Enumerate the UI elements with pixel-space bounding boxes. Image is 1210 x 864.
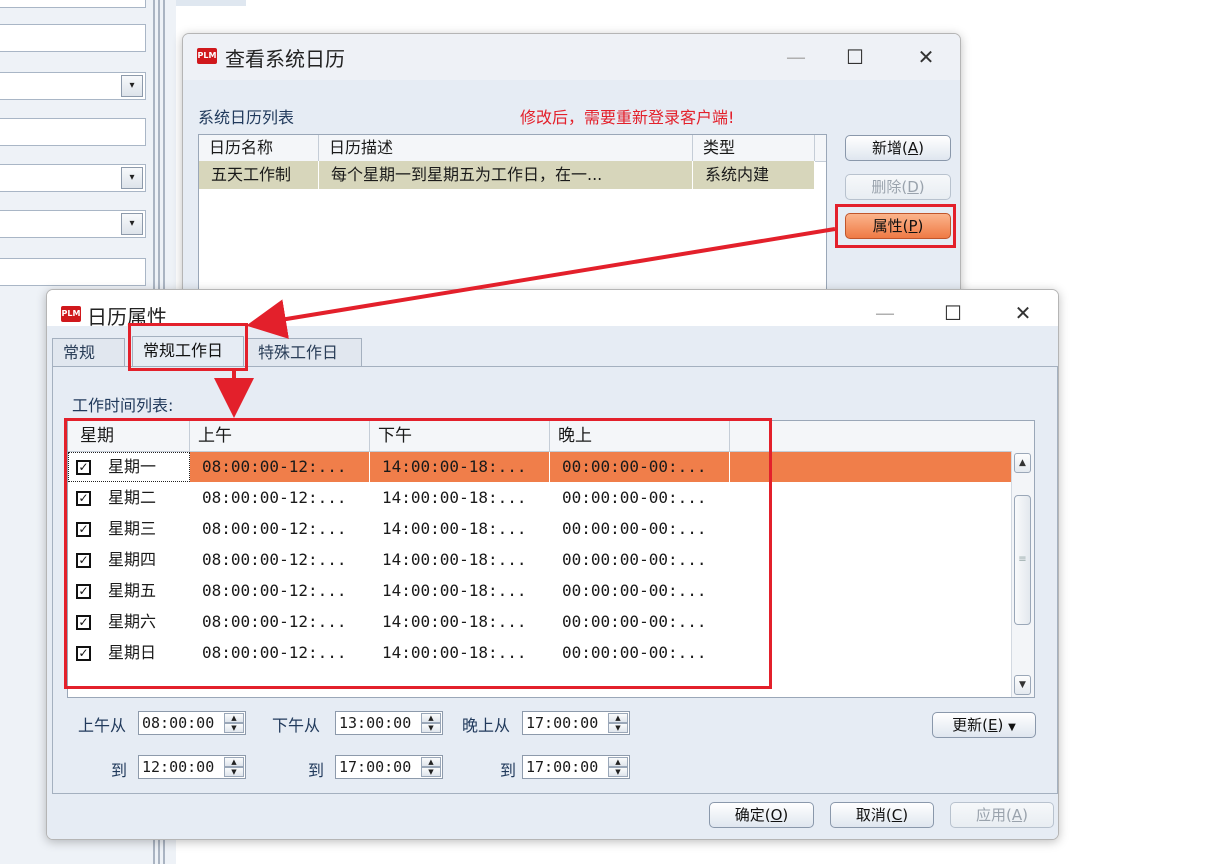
annotation-arrows	[214, 227, 836, 418]
arrow-to-tab	[246, 227, 836, 339]
